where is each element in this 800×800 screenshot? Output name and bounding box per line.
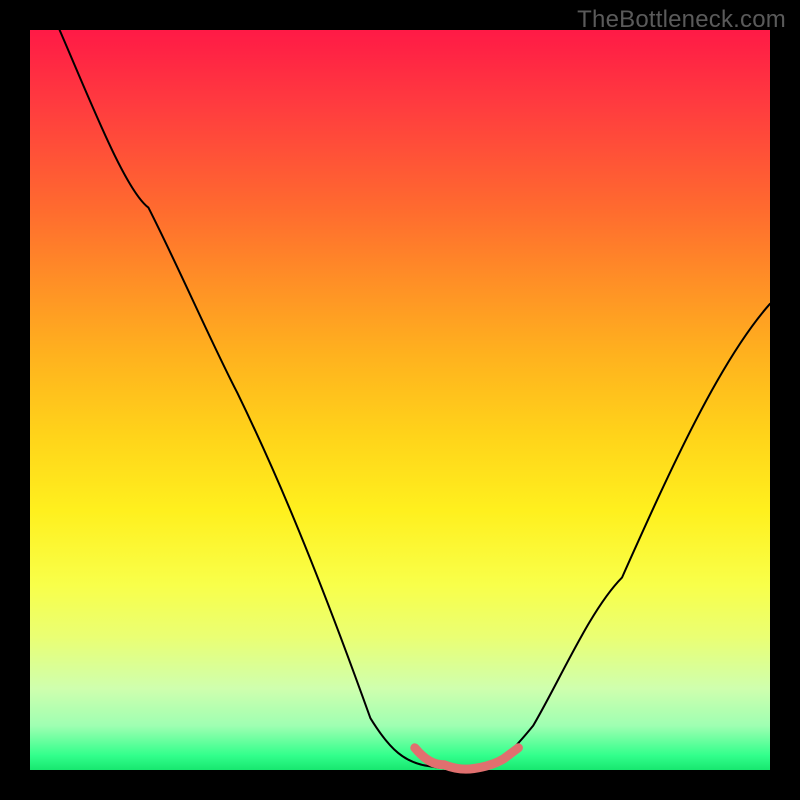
optimal-range-highlight bbox=[415, 748, 519, 769]
plot-area bbox=[30, 30, 770, 770]
deviation-curve bbox=[60, 30, 770, 769]
chart-svg bbox=[30, 30, 770, 770]
chart-frame: TheBottleneck.com bbox=[0, 0, 800, 800]
watermark-label: TheBottleneck.com bbox=[577, 6, 786, 34]
